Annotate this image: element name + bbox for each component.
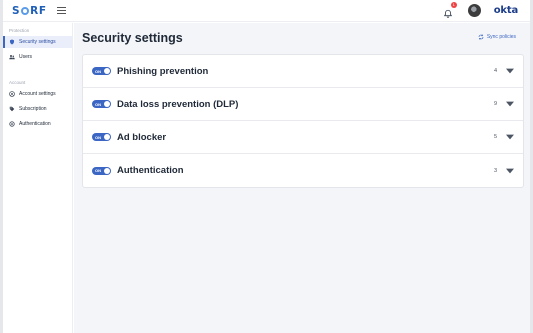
chevron-down-icon[interactable] — [506, 134, 514, 140]
account-circle-icon — [9, 91, 15, 97]
page-title: Security settings — [82, 31, 183, 45]
sidebar-item-account-settings[interactable]: Account settings — [3, 88, 72, 100]
toggle-label: ON — [95, 134, 101, 140]
toggle-knob — [104, 134, 110, 140]
logo-ring-icon — [21, 6, 30, 15]
top-bar: S RF 1 okta — [3, 0, 530, 22]
sidebar-item-label: Subscription — [19, 106, 47, 112]
sidebar: Protection Security settings Users Accou… — [3, 23, 73, 333]
policy-toggle[interactable]: ON — [92, 100, 111, 108]
sidebar-item-subscription[interactable]: Subscription — [3, 103, 72, 115]
toggle-knob — [104, 167, 110, 174]
sidebar-section-account: Account — [9, 80, 26, 85]
toggle-knob — [104, 68, 110, 74]
toggle-knob — [104, 101, 110, 107]
hamburger-menu-icon[interactable] — [56, 7, 66, 14]
shield-icon — [9, 39, 15, 45]
policy-list: ON Phishing prevention 4 ON Data loss pr… — [82, 54, 524, 188]
okta-logo: okta — [493, 5, 518, 16]
policy-name: Data loss prevention (DLP) — [117, 98, 239, 110]
main-content: Security settings Sync policies ON Phish… — [74, 23, 530, 333]
sidebar-item-authentication[interactable]: Authentication — [3, 118, 72, 130]
chevron-down-icon[interactable] — [506, 168, 514, 174]
user-avatar[interactable] — [467, 4, 481, 17]
policy-count: 5 — [493, 134, 497, 140]
policy-row-ad-blocker[interactable]: ON Ad blocker 5 — [83, 121, 523, 154]
sidebar-item-label: Authentication — [19, 121, 51, 127]
sidebar-item-label: Account settings — [19, 91, 56, 97]
users-icon — [9, 54, 15, 60]
chevron-down-icon[interactable] — [506, 68, 514, 74]
sidebar-item-label: Users — [19, 54, 33, 60]
sidebar-item-label: Security settings — [19, 39, 56, 45]
notification-badge: 1 — [450, 1, 457, 8]
sidebar-item-users[interactable]: Users — [3, 51, 72, 63]
policy-count: 4 — [493, 68, 497, 74]
logo-text-left: S — [12, 4, 21, 17]
policy-row-dlp[interactable]: ON Data loss prevention (DLP) 9 — [83, 88, 523, 121]
policy-toggle[interactable]: ON — [92, 67, 111, 75]
policy-count: 9 — [493, 101, 497, 107]
policy-count: 3 — [493, 167, 497, 174]
sync-policies-label: Sync policies — [486, 34, 516, 40]
bell-icon — [443, 9, 452, 18]
notifications-button[interactable]: 1 — [443, 1, 457, 18]
logo-text-right: RF — [30, 4, 47, 17]
toggle-label: ON — [95, 168, 101, 173]
chevron-down-icon[interactable] — [506, 101, 514, 107]
policy-toggle[interactable]: ON — [92, 133, 111, 141]
tag-icon — [9, 106, 15, 112]
sync-icon — [478, 34, 484, 40]
policy-row-authentication[interactable]: ON Authentication 3 — [83, 154, 523, 187]
toggle-label: ON — [95, 68, 101, 74]
policy-name: Phishing prevention — [117, 65, 209, 77]
app-window: S RF 1 okta Protection Security settings — [0, 0, 533, 333]
top-right-area: 1 okta — [443, 1, 518, 18]
surf-logo[interactable]: S RF — [12, 5, 47, 17]
auth-icon — [9, 121, 15, 127]
policy-toggle[interactable]: ON — [92, 166, 111, 175]
policy-name: Ad blocker — [117, 131, 167, 143]
policy-name: Authentication — [117, 165, 184, 176]
toggle-label: ON — [95, 101, 101, 107]
sync-policies-button[interactable]: Sync policies — [478, 34, 516, 40]
policy-row-phishing[interactable]: ON Phishing prevention 4 — [83, 55, 523, 88]
sidebar-section-protection: Protection — [9, 28, 30, 33]
sidebar-item-security-settings[interactable]: Security settings — [3, 36, 72, 48]
